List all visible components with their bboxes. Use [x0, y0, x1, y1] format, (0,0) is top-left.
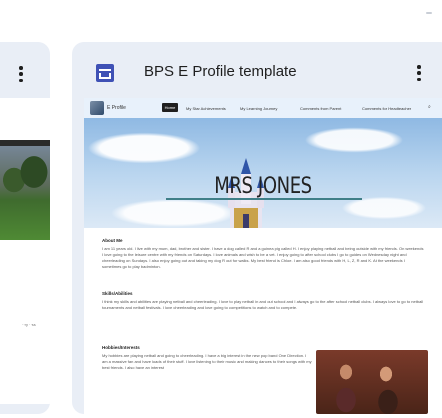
top-divider — [426, 12, 432, 14]
more-options-icon[interactable] — [412, 63, 426, 83]
photo-header-bar — [0, 140, 50, 146]
docs-grid-view: ··ry ··ss BPS E Profile template E Profi… — [0, 0, 442, 418]
tree-photo — [0, 140, 50, 240]
hero-underline — [166, 198, 362, 200]
section-skills: Skills/Abilities I think my skills and a… — [102, 291, 424, 311]
search-icon: ⌕ — [428, 104, 431, 110]
sites-document-icon — [96, 64, 114, 82]
section-text: My hobbies are playing netball and going… — [102, 353, 312, 370]
nav-item-parent: Comments from Parent — [300, 106, 342, 111]
nav-item-achievements: My Star Achievements — [186, 106, 226, 111]
site-navbar: E Profile Home My Star Achievements My L… — [84, 98, 442, 118]
site-logo — [90, 101, 104, 115]
file-thumbnail[interactable]: E Profile Home My Star Achievements My L… — [84, 98, 442, 414]
nav-item-learning: My Learning Journey — [240, 106, 278, 111]
dot — [19, 66, 23, 70]
dot — [19, 72, 23, 76]
dot — [417, 77, 421, 81]
dot — [417, 71, 421, 75]
file-title[interactable]: BPS E Profile template — [144, 63, 297, 80]
section-heading: Hobbies/Interests — [102, 345, 140, 350]
section-heading: Skills/Abilities — [102, 291, 133, 296]
dot — [417, 65, 421, 69]
section-heading: About Me — [102, 238, 123, 243]
hero-banner: MRS JONES — [84, 118, 442, 228]
children-photo — [316, 350, 428, 414]
section-hobbies: Hobbies/Interests My hobbies are playing… — [102, 345, 312, 371]
nav-item-headteacher: Comments for Headteacher — [362, 106, 412, 111]
dot — [19, 78, 23, 82]
section-text: I think my skills and abilities are play… — [102, 299, 424, 310]
section-about-me: About Me I am 11 years old. I live with … — [102, 238, 424, 270]
hero-title: MRS JONES — [214, 174, 312, 199]
site-name: E Profile — [107, 105, 126, 111]
file-card-bps-e-profile[interactable]: BPS E Profile template E Profile Home My… — [72, 42, 442, 414]
more-options-icon[interactable] — [14, 64, 28, 84]
nav-home: Home — [162, 103, 178, 112]
section-text: I am 11 years old. I live with my mum, d… — [102, 246, 424, 269]
file-card-left[interactable]: ··ry ··ss — [0, 42, 50, 414]
file-thumbnail-left[interactable]: ··ry ··ss — [0, 98, 50, 404]
thumbnail-text-fragment: ··ry ··ss — [22, 322, 36, 327]
